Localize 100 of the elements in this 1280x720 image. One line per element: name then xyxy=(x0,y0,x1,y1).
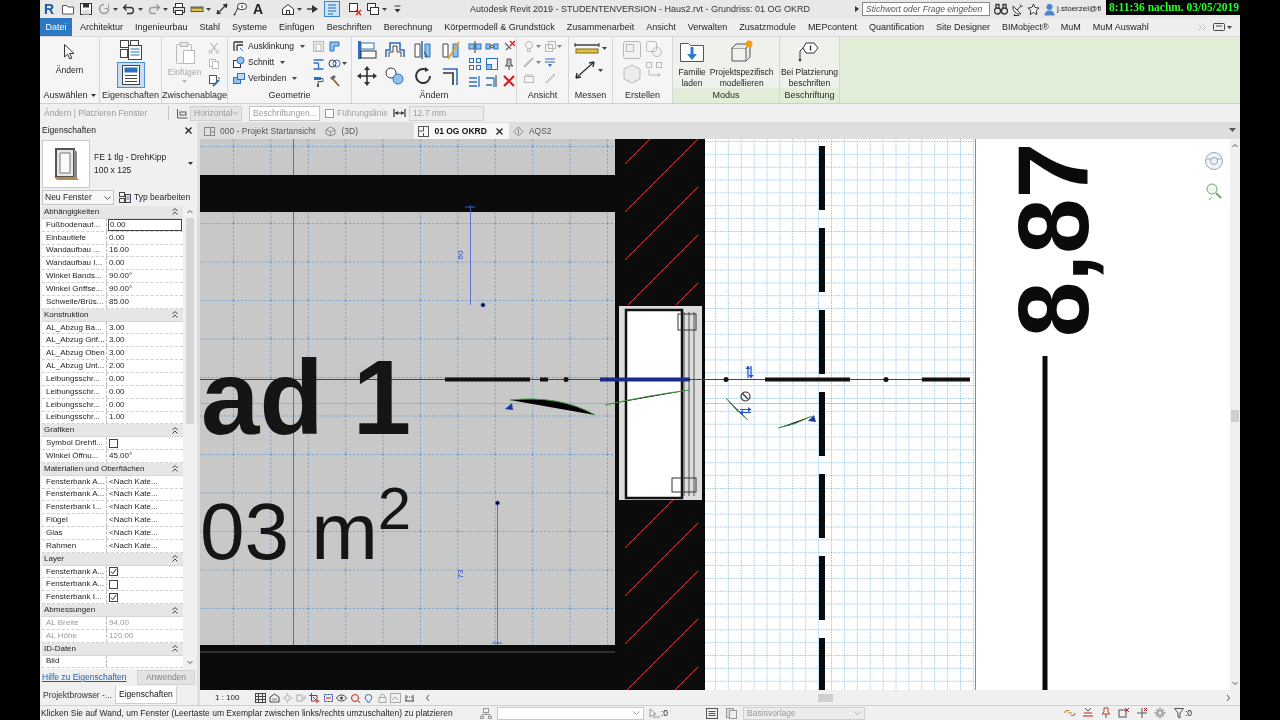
group-header[interactable]: Abhängigkeiten xyxy=(42,206,183,219)
panel-tab[interactable]: Eigenschaften xyxy=(114,686,177,704)
match-properties-icon[interactable] xyxy=(208,74,222,87)
menu-tab[interactable]: Beschriften xyxy=(326,18,372,36)
drag-elements-icon[interactable] xyxy=(1135,707,1148,719)
app-logo[interactable]: R xyxy=(44,2,57,16)
modify-button[interactable]: Ändern xyxy=(51,39,88,75)
orientation-icon[interactable] xyxy=(176,107,188,119)
caret-icon[interactable] xyxy=(1227,25,1232,29)
star-icon[interactable] xyxy=(1027,2,1040,16)
tab-menu-icon[interactable] xyxy=(1229,128,1236,133)
detail-level-icon[interactable] xyxy=(255,692,266,703)
split-face-icon[interactable] xyxy=(311,57,325,70)
cube-icon[interactable] xyxy=(325,125,337,137)
menu-tab[interactable]: Berechnung xyxy=(383,18,433,36)
panel-label[interactable]: Auswählen xyxy=(43,91,88,100)
panel-tab[interactable]: Projektbrowser -... xyxy=(40,686,115,704)
windows-icon[interactable] xyxy=(366,2,381,16)
trim-single-icon[interactable] xyxy=(485,74,499,88)
tag-on-placement-button[interactable]: Bei Platzierung beschriften xyxy=(780,39,839,88)
array-icon[interactable] xyxy=(468,57,482,71)
aligned-dimension-icon[interactable] xyxy=(574,42,600,54)
join-geometry-icon[interactable] xyxy=(232,72,246,85)
menu-tab[interactable]: Architektur xyxy=(80,18,123,36)
mirror-pick-axis-icon[interactable] xyxy=(412,39,434,61)
select-underlay-icon[interactable] xyxy=(1081,707,1094,719)
menu-tab[interactable]: Einfügen xyxy=(279,18,315,36)
cope-button[interactable]: Ausklinkung xyxy=(232,40,305,53)
undo-icon[interactable] xyxy=(122,2,136,16)
checkbox[interactable] xyxy=(108,566,119,578)
floor-plan-icon[interactable] xyxy=(418,125,430,137)
load-family-button[interactable]: Familie laden xyxy=(678,39,706,88)
override-lines-icon[interactable] xyxy=(544,56,556,68)
menu-tab[interactable]: Ingenieurbau xyxy=(135,18,188,36)
menu-tab[interactable]: BIMobject® xyxy=(1002,18,1049,36)
menu-tab[interactable]: Systeme xyxy=(232,18,268,36)
copy-elements-icon[interactable] xyxy=(384,65,406,87)
circle-slash-icon[interactable] xyxy=(740,391,751,402)
checkbox[interactable] xyxy=(108,591,119,603)
temporary-dimension[interactable]: 60 xyxy=(457,250,466,260)
search-field[interactable]: Stichwort oder Frage eingeben xyxy=(862,2,990,16)
open-folder-icon[interactable] xyxy=(61,2,75,16)
menu-tab[interactable]: Körpermodell & Grundstück xyxy=(444,18,555,36)
save-icon[interactable] xyxy=(79,2,93,16)
delete-icon[interactable] xyxy=(502,74,516,88)
menu-tab[interactable]: Ansicht xyxy=(646,18,676,36)
house-icon[interactable] xyxy=(281,2,296,16)
print-icon[interactable] xyxy=(172,2,186,16)
help-link[interactable]: Hilfe zu Eigenschaften xyxy=(42,673,127,682)
menu-tab[interactable]: Stahl xyxy=(199,18,221,36)
align-icon[interactable] xyxy=(356,39,378,61)
split-element-icon[interactable] xyxy=(468,40,482,54)
group-header[interactable]: Abmessungen xyxy=(42,604,183,617)
section-view-icon[interactable] xyxy=(512,125,524,137)
satellite-dish-icon[interactable] xyxy=(1011,2,1024,16)
caret-icon[interactable] xyxy=(299,45,305,48)
list-icon[interactable] xyxy=(706,707,719,719)
checkbox[interactable] xyxy=(108,578,119,590)
filter-dropdown[interactable]: Neu Fenster xyxy=(42,190,114,205)
constraints-icon[interactable] xyxy=(403,692,415,703)
trim-multiple-icon[interactable] xyxy=(468,74,482,88)
sheet-icon[interactable] xyxy=(204,125,215,137)
menu-tab[interactable]: Quantification xyxy=(868,18,924,36)
caret-icon[interactable] xyxy=(602,46,607,50)
move-icon[interactable] xyxy=(356,65,378,87)
view-tab[interactable]: AQS2 xyxy=(508,123,602,139)
cursor-icon[interactable] xyxy=(63,43,76,60)
temporary-hide-icon[interactable] xyxy=(336,692,347,703)
group-header[interactable]: Konstruktion xyxy=(42,308,183,322)
customize-icon[interactable] xyxy=(394,5,402,13)
scale-label[interactable]: 1 : 100 xyxy=(215,693,255,702)
menu-tab[interactable]: Verwalten xyxy=(687,18,728,36)
flip-arrows-icon[interactable] xyxy=(739,407,752,415)
menu-tab[interactable]: Site Designer xyxy=(935,18,990,36)
join-button[interactable]: Verbinden xyxy=(232,72,305,85)
caret-icon[interactable] xyxy=(297,7,303,11)
cut-button[interactable]: Schnitt xyxy=(232,56,305,69)
visual-style-icon[interactable] xyxy=(268,692,280,703)
in-place-model-button[interactable]: Projektspezifisch modellieren xyxy=(709,39,774,88)
collapse-icon[interactable] xyxy=(172,555,178,563)
diagonal-measure-icon[interactable] xyxy=(574,60,596,80)
group-header[interactable]: Materialien und Oberflächen xyxy=(42,462,183,476)
wall-join-icon[interactable] xyxy=(327,40,341,53)
crop-view-icon[interactable] xyxy=(309,692,320,703)
tag-icon[interactable] xyxy=(233,2,247,16)
expand-arrow-icon[interactable] xyxy=(855,6,859,12)
select-by-face-icon[interactable] xyxy=(1117,707,1130,719)
filter-icon[interactable] xyxy=(1173,707,1184,719)
reveal-hidden-icon[interactable] xyxy=(349,692,361,703)
crop-region-icon[interactable] xyxy=(322,692,334,703)
view-tab[interactable]: 01 OG OKRD xyxy=(414,123,509,139)
close-icon[interactable] xyxy=(495,127,503,135)
collapse-icon[interactable] xyxy=(172,208,178,216)
cope-icon[interactable] xyxy=(232,40,246,53)
caret-icon[interactable] xyxy=(341,62,347,65)
length-arrows-icon[interactable] xyxy=(393,108,407,118)
menu-tab[interactable]: Zusatzmodule xyxy=(739,18,796,36)
collapse-icon[interactable] xyxy=(172,465,178,473)
caret-icon[interactable] xyxy=(292,77,298,80)
collapse-icon[interactable] xyxy=(172,606,178,614)
